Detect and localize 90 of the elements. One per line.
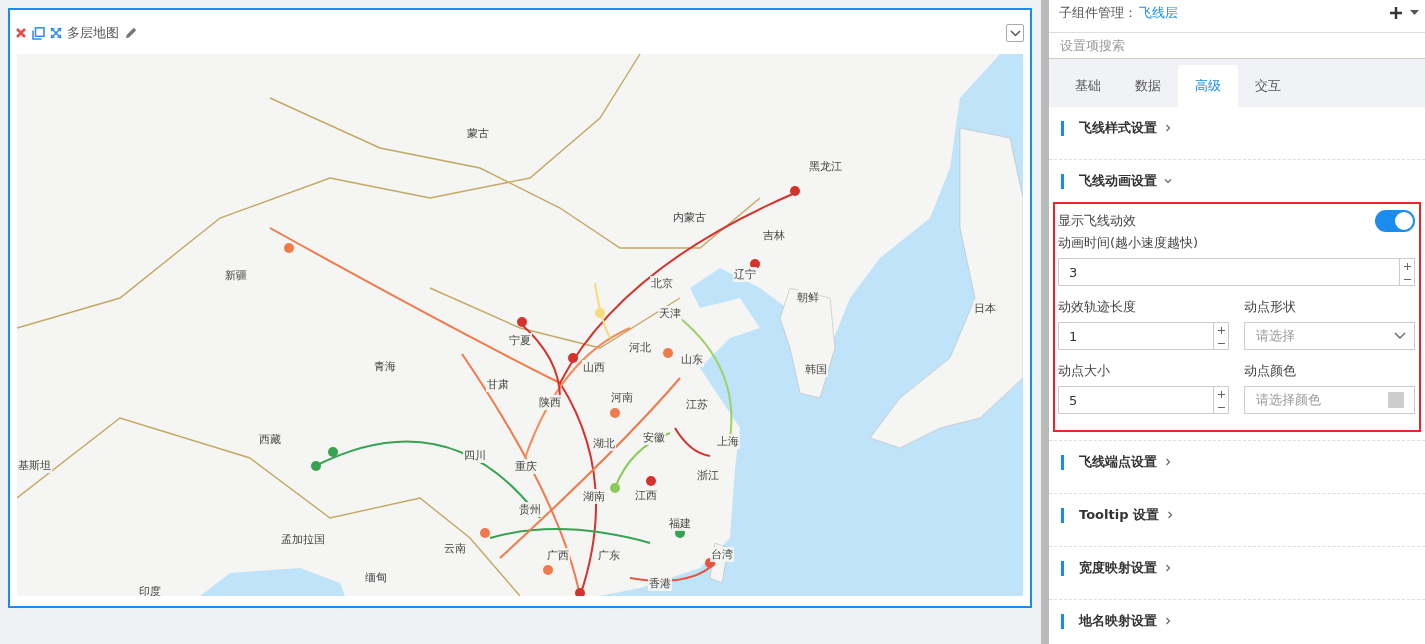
chevron-down-icon[interactable]: [1164, 177, 1172, 185]
chevron-down-icon[interactable]: [1394, 332, 1406, 340]
map-label: 浙江: [696, 468, 720, 483]
section-marker: [1061, 173, 1064, 189]
section-title[interactable]: 飞线动画设置: [1079, 172, 1157, 190]
map-label: 四川: [463, 448, 487, 463]
number-field[interactable]: 3: [1058, 258, 1415, 286]
map-label: 安徽: [642, 430, 666, 445]
tab[interactable]: 基础: [1058, 65, 1118, 107]
plus-icon[interactable]: [1217, 391, 1225, 398]
map-label: 广东: [597, 548, 621, 563]
copy-icon[interactable]: [32, 26, 45, 40]
map-label: 吉林: [762, 228, 786, 243]
chevron-right-icon[interactable]: [1165, 511, 1174, 519]
map-label: 云南: [443, 541, 467, 556]
map-label: 台湾: [710, 547, 734, 562]
map-label: 江苏: [685, 397, 709, 412]
map-label: 基斯坦: [17, 458, 52, 473]
minus-icon[interactable]: [1217, 406, 1225, 409]
map-label: 北京: [650, 276, 674, 291]
plus-icon[interactable]: [1403, 263, 1411, 270]
section-marker: [1061, 120, 1064, 136]
expand-icon[interactable]: [50, 27, 62, 39]
close-icon[interactable]: [15, 27, 27, 39]
map-label: 贵州: [518, 502, 542, 517]
map-label: 福建: [668, 516, 692, 531]
toggle-switch[interactable]: [1375, 210, 1415, 232]
section-marker: [1061, 560, 1064, 576]
field-label: 动效轨迹长度: [1058, 298, 1137, 316]
map-label: 山东: [680, 352, 704, 367]
map-label: 韩国: [804, 362, 828, 377]
map-label: 江西: [634, 488, 658, 503]
plus-icon[interactable]: [1217, 327, 1225, 334]
map-label: 朝鲜: [796, 290, 820, 305]
chevron-down-icon[interactable]: [1009, 29, 1021, 37]
map-label: 香港: [648, 576, 672, 591]
map-label: 河北: [628, 340, 652, 355]
section-marker: [1061, 507, 1064, 523]
caret-icon[interactable]: [1410, 10, 1419, 16]
field-label: 动点颜色: [1244, 362, 1297, 380]
map-label: 天津: [658, 306, 682, 321]
tab[interactable]: 交互: [1238, 65, 1298, 107]
map-label: 缅甸: [364, 570, 388, 585]
map-label: 宁夏: [508, 333, 532, 348]
section-marker: [1061, 613, 1064, 629]
number-field[interactable]: 5: [1058, 386, 1229, 414]
map-label: 青海: [373, 359, 397, 374]
add-icon[interactable]: [1390, 7, 1402, 19]
map-label: 黑龙江: [808, 159, 843, 174]
map-label: 日本: [973, 301, 997, 316]
field-label: 动画时间(越小速度越快): [1058, 234, 1200, 252]
map-label: 上海: [716, 434, 740, 449]
map-label: 陕西: [538, 395, 562, 410]
field-label: 显示飞线动效: [1058, 212, 1136, 230]
widget-title: 多层地图: [67, 24, 119, 42]
field-label: 动点大小: [1058, 362, 1111, 380]
map-label: 孟加拉国: [280, 532, 326, 547]
section-title[interactable]: Tooltip 设置: [1079, 506, 1159, 524]
map-label: 山西: [582, 360, 606, 375]
minus-icon[interactable]: [1217, 342, 1225, 345]
tab[interactable]: 数据: [1118, 65, 1178, 107]
header-label: 子组件管理：: [1059, 4, 1137, 22]
chevron-right-icon[interactable]: [1164, 617, 1172, 625]
map-label: 广西: [546, 548, 570, 563]
chevron-down-button[interactable]: [1006, 24, 1024, 42]
sublayer-link[interactable]: 飞线层: [1139, 4, 1178, 22]
tab[interactable]: 高级: [1178, 65, 1238, 107]
section-title[interactable]: 飞线样式设置: [1079, 119, 1157, 137]
chevron-right-icon[interactable]: [1164, 458, 1172, 466]
map-label: 甘肃: [486, 377, 510, 392]
map-label: 印度: [138, 584, 162, 596]
section-title[interactable]: 地名映射设置: [1079, 612, 1157, 630]
map-label: 新疆: [224, 268, 248, 283]
minus-icon[interactable]: [1403, 278, 1411, 281]
map-label: 内蒙古: [672, 210, 707, 225]
section-marker: [1061, 454, 1064, 470]
map-label: 河南: [610, 390, 634, 405]
map-label: 蒙古: [466, 126, 490, 141]
chevron-right-icon[interactable]: [1164, 564, 1172, 572]
map-label: 西藏: [258, 432, 282, 447]
chevron-right-icon[interactable]: [1164, 124, 1172, 132]
map-label: 湖南: [582, 489, 606, 504]
map-label: 湖北: [592, 436, 616, 451]
map-label: 重庆: [514, 459, 538, 474]
section-title[interactable]: 宽度映射设置: [1079, 559, 1157, 577]
section-title[interactable]: 飞线端点设置: [1079, 453, 1157, 471]
field-label: 动点形状: [1244, 298, 1297, 316]
map-label: 辽宁: [733, 267, 757, 282]
number-field[interactable]: 1: [1058, 322, 1229, 350]
pencil-icon[interactable]: [124, 26, 138, 40]
